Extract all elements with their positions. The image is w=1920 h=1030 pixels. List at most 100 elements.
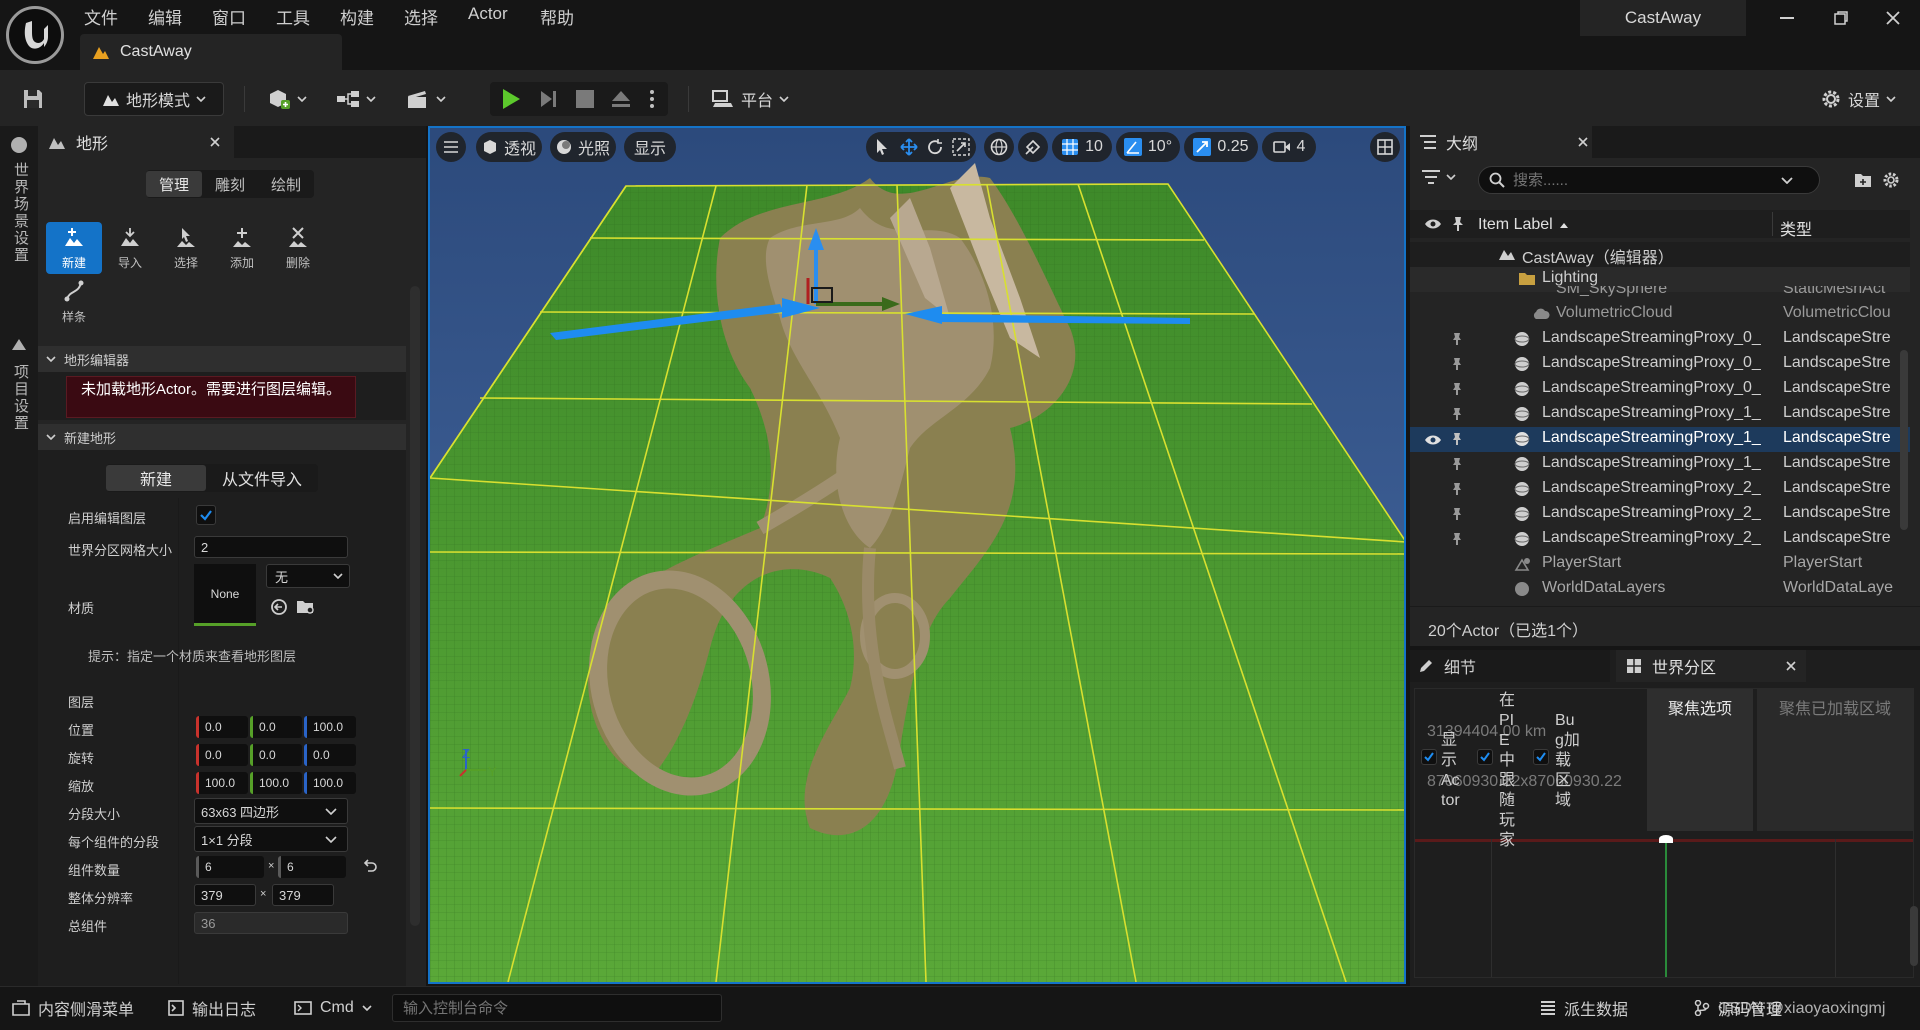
outliner-settings-icon[interactable] [1882,171,1900,189]
rotate-icon[interactable] [926,138,944,156]
rotation-y-input[interactable]: 0.0 [250,744,302,766]
rotation-snap-button[interactable]: 10° [1116,132,1180,162]
cinematics-button[interactable] [400,82,452,116]
close-tab-icon[interactable] [210,137,220,147]
world-partition-tab[interactable]: 世界分区 [1616,650,1806,682]
sections-per-component-select[interactable]: 1×1 分段 [194,826,348,852]
close-window-icon[interactable] [1866,0,1920,36]
surface-snap-icon[interactable] [1018,132,1048,162]
grid-size-input[interactable]: 2 [194,536,348,558]
search-input[interactable] [1513,171,1773,189]
cmd-dropdown[interactable]: Cmd [294,992,372,1024]
follow-player-checkbox[interactable] [1477,749,1493,765]
location-x-input[interactable]: 0.0 [196,716,248,738]
project-settings-icon[interactable] [10,336,28,354]
menu-tools[interactable]: 工具 [276,4,310,30]
translate-icon[interactable] [900,138,918,156]
list-item[interactable]: LandscapeStreamingProxy_0_ LandscapeStre [1410,377,1910,402]
landscape-panel-tab[interactable]: 地形 [38,126,234,158]
list-item[interactable]: PlayerStart PlayerStart [1410,552,1910,577]
add-actor-button[interactable] [262,82,312,116]
pin-icon[interactable] [1452,482,1462,496]
component-count-y-input[interactable]: 6 [278,856,346,878]
list-item[interactable]: CastAway（编辑器） [1410,242,1910,267]
list-item[interactable]: LandscapeStreamingProxy_0_ LandscapeStre [1410,352,1910,377]
menu-window[interactable]: 窗口 [212,4,246,30]
derived-data-button[interactable]: 派生数据 [1540,992,1628,1024]
platform-button[interactable]: 平台 [702,82,798,116]
mode-dropdown[interactable]: 地形模式 [84,82,224,116]
list-item[interactable]: LandscapeStreamingProxy_2_ LandscapeStre [1410,502,1910,527]
tool-delete-button[interactable]: 删除 [270,222,326,274]
pin-icon[interactable] [1452,357,1462,371]
column-type[interactable]: 类型 [1780,216,1812,240]
scale-snap-button[interactable]: 0.25 [1184,132,1258,162]
column-item-label[interactable]: Item Label [1478,216,1569,234]
show-button[interactable]: 显示 [624,132,676,162]
globe-icon[interactable] [10,136,28,154]
resolution-y-input[interactable]: 379 [272,884,334,906]
bug-load-region-checkbox[interactable] [1533,749,1549,765]
material-thumbnail[interactable]: None [194,564,256,626]
scale-x-input[interactable]: 100.0 [196,772,248,794]
list-item[interactable]: LandscapeStreamingProxy_0_ LandscapeStre [1410,327,1910,352]
camera-speed-button[interactable]: 4 [1262,132,1316,162]
component-count-x-input[interactable]: 6 [196,856,264,878]
menu-actor[interactable]: Actor [468,4,508,30]
step-icon[interactable] [532,82,566,116]
unreal-logo-icon[interactable] [6,6,64,64]
close-tab-icon[interactable] [1578,137,1588,147]
world-space-icon[interactable] [984,132,1014,162]
details-scrollbar[interactable] [1910,906,1918,966]
pin-icon[interactable] [1452,507,1462,521]
list-item[interactable]: LandscapeStreamingProxy_2_ LandscapeStre [1410,477,1910,502]
list-item[interactable]: WorldDataLayers WorldDataLaye [1410,577,1910,602]
blueprints-button[interactable] [330,82,382,116]
minimize-icon[interactable] [1760,0,1814,36]
browse-folder-icon[interactable] [296,598,316,616]
tab-paint[interactable]: 绘制 [258,171,314,197]
filter-button[interactable] [1422,170,1456,184]
pin-icon[interactable] [1452,216,1464,232]
stop-icon[interactable] [568,82,602,116]
console-input[interactable] [392,994,722,1022]
visibility-eye-icon[interactable] [1424,434,1442,446]
menu-build[interactable]: 构建 [340,4,374,30]
list-item[interactable]: LandscapeStreamingProxy_1_ LandscapeStre [1410,452,1910,477]
section-size-select[interactable]: 63x63 四边形 [194,798,348,824]
perspective-button[interactable]: 透视 [476,132,542,162]
details-tab[interactable]: 细节 [1410,650,1610,682]
list-item[interactable]: LandscapeStreamingProxy_1_ LandscapeStre [1410,402,1910,427]
world-partition-minimap[interactable]: 31394404.00 km 87060930.22x87060930.22 显… [1414,688,1914,978]
tool-new-button[interactable]: 新建 [46,222,102,274]
use-selected-icon[interactable] [270,598,288,616]
tool-add-button[interactable]: 添加 [214,222,270,274]
tab-new[interactable]: 新建 [106,465,206,491]
menu-help[interactable]: 帮助 [540,4,574,30]
scale-z-input[interactable]: 100.0 [304,772,356,794]
reset-icon[interactable] [362,858,378,874]
rotation-z-input[interactable]: 0.0 [304,744,356,766]
more-options-icon[interactable] [640,82,664,116]
list-item[interactable]: SM_SkySphere StaticMeshAct [1410,286,1910,302]
tab-import-from-file[interactable]: 从文件导入 [206,465,318,491]
tool-select-button[interactable]: 选择 [158,222,214,274]
outliner-tab[interactable]: 大纲 [1410,126,1592,158]
new-landscape-section[interactable]: 新建地形 [38,424,406,450]
pin-icon[interactable] [1452,432,1462,446]
tab-manage[interactable]: 管理 [146,171,202,197]
tool-spline-button[interactable]: 样条 [46,276,102,328]
pin-icon[interactable] [1452,532,1462,546]
output-log-button[interactable]: 输出日志 [168,992,256,1024]
scale-y-input[interactable]: 100.0 [250,772,302,794]
pin-icon[interactable] [1452,407,1462,421]
level-viewport[interactable]: Z Y 透视 光照 显示 10 10° 0.25 4 [428,126,1406,984]
save-icon[interactable] [16,82,50,116]
pin-icon[interactable] [1452,382,1462,396]
enable-layers-checkbox[interactable] [196,505,216,525]
location-y-input[interactable]: 0.0 [250,716,302,738]
menu-file[interactable]: 文件 [84,4,118,30]
tab-sculpt[interactable]: 雕刻 [202,171,258,197]
settings-button[interactable]: 设置 [1808,82,1908,116]
outliner-search[interactable] [1478,166,1820,194]
